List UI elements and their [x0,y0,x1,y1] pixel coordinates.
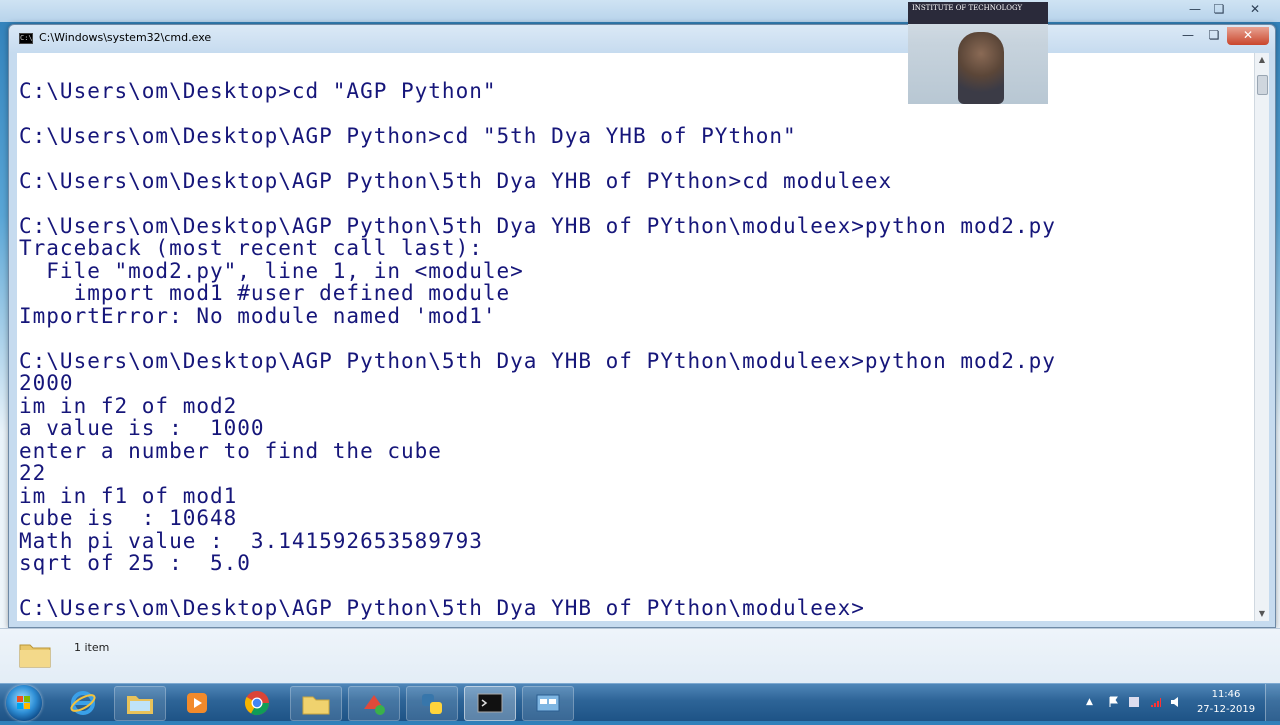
chrome-icon [244,690,269,715]
scroll-up-arrow-icon[interactable]: ▲ [1255,53,1269,67]
maximize-button[interactable]: ❏ [1201,27,1227,45]
taskbar-control-panel[interactable] [522,686,574,721]
background-window-titlebar: — ❏ ✕ [0,0,1280,22]
webcam-overlay: INSTITUTE OF TECHNOLOGY [908,2,1048,104]
window-title: C:\Windows\system32\cmd.exe [39,31,212,44]
background-maximize-icon[interactable]: ❏ [1208,2,1230,18]
console-line: im in f1 of mod1 [19,483,238,508]
folder-icon [19,644,51,668]
console-line: C:\Users\om\Desktop\AGP Python\5th Dya Y… [19,596,865,620]
explorer-status-bar: 1 item [0,628,1280,683]
vertical-scrollbar[interactable]: ▲ ▼ [1254,53,1269,621]
cmd-window: C:\ C:\Windows\system32\cmd.exe — ❏ ✕ C:… [8,24,1276,628]
console-line: C:\Users\om\Desktop\AGP Python\5th Dya Y… [19,348,1056,373]
console-line: ImportError: No module named 'mod1' [19,303,497,328]
command-prompt-icon [477,693,503,712]
control-panel-icon [536,694,560,711]
console-line: C:\Users\om\Desktop\AGP Python>cd "5th D… [19,123,797,148]
folder-app-icon [302,696,330,714]
start-button[interactable] [6,685,42,721]
console-line: C:\Users\om\Desktop\AGP Python\5th Dya Y… [19,168,893,193]
clock-date: 27-12-2019 [1196,704,1256,715]
clock[interactable]: 11:46 27-12-2019 [1196,687,1256,717]
window-controls: — ❏ ✕ [1175,27,1269,45]
taskbar-folder[interactable] [290,686,342,721]
webcam-sign: INSTITUTE OF TECHNOLOGY [908,2,1048,24]
taskbar-media-player[interactable] [172,686,222,719]
items-count: 1 item [74,641,110,654]
tray-app-icon[interactable] [1128,696,1140,708]
close-button[interactable]: ✕ [1227,27,1269,45]
console-output[interactable]: C:\Users\om\Desktop>cd "AGP Python" C:\U… [17,53,1257,621]
console-line: Traceback (most recent call last): [19,236,483,260]
python-icon [422,693,442,714]
scroll-down-arrow-icon[interactable]: ▼ [1255,607,1269,621]
console-line: 2000 [19,371,74,395]
console-line: cube is : 10648 [19,506,238,530]
show-hidden-icons-icon[interactable]: ▲ [1086,696,1098,708]
internet-explorer-icon [70,690,96,715]
console-line: File "mod2.py", line 1, in <module> [19,258,524,283]
clock-time: 11:46 [1211,689,1241,700]
console-line: enter a number to find the cube [19,438,442,463]
taskbar-python[interactable] [406,686,458,721]
cmd-app-icon[interactable]: C:\ [19,33,33,44]
console-line: Math pi value : 3.141592653589793 [19,528,483,553]
taskbar-app-red[interactable] [348,686,400,721]
taskbar-file-explorer[interactable] [114,686,166,721]
console-line: a value is : 1000 [19,416,265,440]
console-line: import mod1 #user defined module [19,281,511,305]
background-minimize-icon[interactable]: — [1184,2,1206,18]
red-app-icon [364,694,385,715]
taskbar-chrome[interactable] [232,686,282,719]
console-line: 22 [19,461,47,485]
action-center-flag-icon[interactable] [1108,696,1120,708]
taskbar: ▲ 11:46 27-12-2019 [0,683,1280,721]
console-text: C:\Users\om\Desktop>cd "AGP Python" C:\U… [19,57,1056,620]
console-line: im in f2 of mod2 [19,393,238,418]
cmd-app-icon-label: C:\ [20,34,33,42]
scroll-thumb[interactable] [1257,75,1268,95]
taskbar-cmd[interactable] [464,686,516,721]
windows-logo-icon [17,696,30,709]
taskbar-internet-explorer[interactable] [58,686,108,719]
network-icon[interactable] [1150,696,1162,708]
presenter-video [958,32,1004,104]
cmd-titlebar[interactable]: C:\ C:\Windows\system32\cmd.exe — ❏ ✕ [9,25,1275,53]
media-player-icon [187,692,207,713]
file-explorer-icon [127,695,153,714]
console-line: C:\Users\om\Desktop>cd "AGP Python" [19,78,497,103]
background-close-icon[interactable]: ✕ [1244,2,1266,18]
console-line: C:\Users\om\Desktop\AGP Python\5th Dya Y… [19,213,1056,238]
volume-icon[interactable] [1170,696,1182,708]
show-desktop-button[interactable] [1265,684,1280,721]
console-line: sqrt of 25 : 5.0 [19,551,251,575]
minimize-button[interactable]: — [1175,27,1201,45]
